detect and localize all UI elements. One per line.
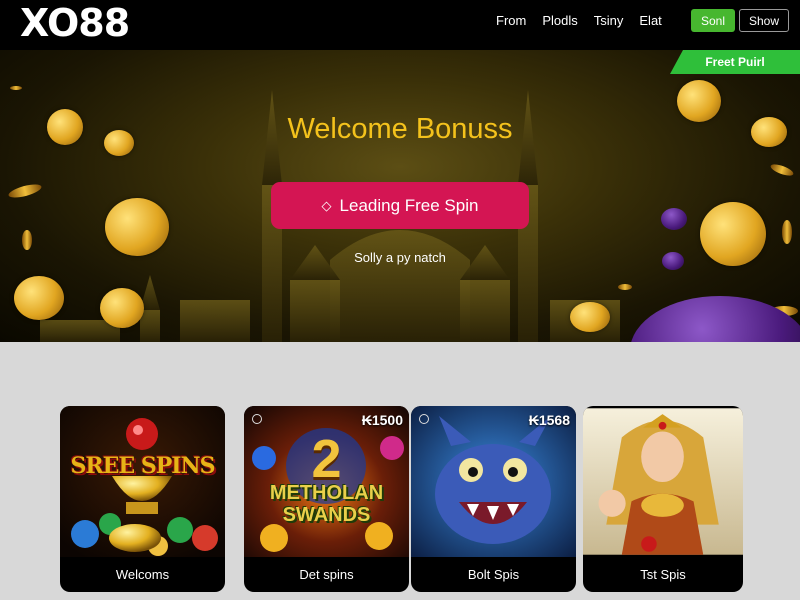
nav-link-elat[interactable]: Elat [639, 13, 661, 29]
leading-free-spin-button[interactable]: ◇ Leading Free Spin [271, 182, 529, 229]
gold-coin-icon [22, 230, 32, 250]
gold-coin-icon [782, 220, 792, 244]
cta-label: Leading Free Spin [339, 195, 479, 215]
card-art-title: SREE SPINS [70, 453, 215, 479]
card-label: Det spins [299, 567, 354, 582]
warrior-queen-art [583, 408, 743, 555]
gold-coin-icon [100, 288, 144, 328]
gold-coin-icon [618, 284, 632, 290]
card-art-number: 2 [311, 429, 342, 489]
game-card[interactable]: ₭1568 Bolt Spis [411, 406, 576, 592]
signin-button[interactable]: Sonl [691, 9, 735, 32]
card-amount: ₭1500 [361, 412, 403, 428]
monster-art [411, 406, 576, 557]
nav-link-from[interactable]: From [496, 13, 526, 29]
card-label: Tst Spis [640, 567, 686, 582]
free-spins-art [60, 406, 225, 557]
clock-icon [252, 414, 262, 424]
card-art-title: METHOLAN SWANDS [269, 482, 384, 526]
card-amount: ₭1568 [528, 412, 570, 428]
nav-link-plodls[interactable]: Plodls [542, 13, 577, 29]
gold-coin-icon [570, 302, 610, 332]
free-spin-ribbon[interactable]: Freet Puirl [670, 50, 800, 74]
hero-title: Welcome Bonuss [287, 113, 513, 145]
card-label: Welcoms [115, 567, 170, 582]
gold-coin-icon [14, 276, 64, 320]
show-button[interactable]: Show [739, 9, 789, 32]
gold-coin-icon [10, 86, 22, 90]
card-label: Bolt Spis [467, 567, 520, 582]
clock-icon [419, 414, 429, 424]
hero-banner: Freet Puirl Welcome Bonuss ◇ Leading Fre… [0, 50, 800, 342]
top-header: XO88 From Plodls Tsiny Elat Sonl Show [0, 0, 800, 50]
gold-coin-icon [105, 198, 169, 256]
game-card[interactable]: Tst Spis [583, 406, 743, 592]
games-section: SREE SPINS Welcoms ₭1500 2 METHOLAN SWAN… [0, 342, 800, 600]
game-card[interactable]: SREE SPINS Welcoms [60, 406, 225, 592]
main-nav: From Plodls Tsiny Elat [496, 13, 678, 29]
game-card[interactable]: ₭1500 2 METHOLAN SWANDS Det spins [244, 406, 409, 592]
card-badge [252, 414, 262, 424]
diamond-icon: ◇ [321, 197, 332, 213]
hero-subtitle: Solly a py natch [354, 250, 446, 265]
card-badge [419, 414, 429, 424]
purple-gem-icon [661, 208, 687, 230]
site-logo[interactable]: XO88 [20, 2, 130, 44]
nav-link-tsiny[interactable]: Tsiny [594, 13, 624, 29]
